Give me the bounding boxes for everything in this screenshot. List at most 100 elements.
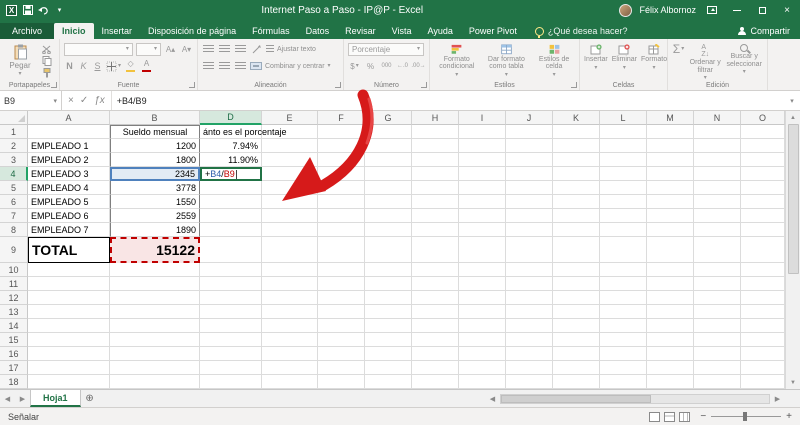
cell-D8[interactable] [200,223,262,237]
cell-A14[interactable] [28,319,110,333]
cell-N11[interactable] [694,277,741,291]
cell-I5[interactable] [459,181,506,195]
cell-styles-button[interactable]: Estilos de celda ▾ [533,42,575,78]
cell-E3[interactable] [262,153,318,167]
cell-J9[interactable] [506,237,553,263]
cell-I1[interactable] [459,125,506,139]
cell-N14[interactable] [694,319,741,333]
cell-A10[interactable] [28,263,110,277]
cell-F15[interactable] [318,333,365,347]
cell-N17[interactable] [694,361,741,375]
zoom-in-icon[interactable]: + [786,411,792,422]
cell-K1[interactable] [553,125,600,139]
cell-K15[interactable] [553,333,600,347]
cell-F14[interactable] [318,319,365,333]
format-painter-icon[interactable] [40,68,54,78]
cell-B9[interactable]: 15122 [110,237,200,263]
cell-A15[interactable] [28,333,110,347]
cell-K14[interactable] [553,319,600,333]
cell-J17[interactable] [506,361,553,375]
cell-L14[interactable] [600,319,647,333]
col-header-B[interactable]: B [110,111,200,125]
confirm-entry-icon[interactable]: ✓ [80,95,88,106]
tab-vista[interactable]: Vista [384,23,420,39]
currency-format-icon[interactable]: $ ▾ [348,60,361,72]
cell-K17[interactable] [553,361,600,375]
row-header-5[interactable]: 5 [0,181,28,195]
number-format-select[interactable]: Porcentaje ▾ [348,42,424,56]
cancel-entry-icon[interactable]: × [68,95,74,106]
cell-H16[interactable] [412,347,459,361]
cell-I15[interactable] [459,333,506,347]
cell-M6[interactable] [647,195,694,209]
cell-F13[interactable] [318,305,365,319]
cell-K13[interactable] [553,305,600,319]
share-button[interactable]: Compartir [727,26,800,39]
cell-K3[interactable] [553,153,600,167]
cell-N5[interactable] [694,181,741,195]
cell-I11[interactable] [459,277,506,291]
cell-E18[interactable] [262,375,318,389]
cell-F1[interactable] [318,125,365,139]
cell-G5[interactable] [365,181,412,195]
tab-datos[interactable]: Datos [298,23,338,39]
cell-I10[interactable] [459,263,506,277]
cell-D11[interactable] [200,277,262,291]
font-name-select[interactable]: ▾ [64,42,133,56]
cell-L16[interactable] [600,347,647,361]
cell-K5[interactable] [553,181,600,195]
cell-E5[interactable] [262,181,318,195]
new-sheet-icon[interactable]: ⊕ [81,390,99,407]
cell-G18[interactable] [365,375,412,389]
cell-F10[interactable] [318,263,365,277]
cell-A8[interactable]: EMPLEADO 7 [28,223,110,237]
cell-L10[interactable] [600,263,647,277]
tab-revisar[interactable]: Revisar [337,23,384,39]
cell-B11[interactable] [110,277,200,291]
cell-B17[interactable] [110,361,200,375]
number-dialog-launcher-icon[interactable] [421,82,427,88]
cell-O13[interactable] [741,305,785,319]
cell-E16[interactable] [262,347,318,361]
cell-D3[interactable]: 11.90% [200,153,262,167]
cell-L6[interactable] [600,195,647,209]
tab-insertar[interactable]: Insertar [94,23,141,39]
cell-J15[interactable] [506,333,553,347]
cell-G13[interactable] [365,305,412,319]
cell-N10[interactable] [694,263,741,277]
cell-F8[interactable] [318,223,365,237]
page-layout-view-icon[interactable] [664,411,676,422]
cell-B8[interactable]: 1890 [110,223,200,237]
col-header-I[interactable]: I [459,111,506,125]
cell-E17[interactable] [262,361,318,375]
cell-F4[interactable] [318,167,365,181]
font-size-select[interactable]: ▾ [135,42,161,56]
cell-O9[interactable] [741,237,785,263]
font-dialog-launcher-icon[interactable] [189,82,195,88]
quick-access-dropdown-icon[interactable]: ▾ [54,5,65,16]
cell-H11[interactable] [412,277,459,291]
cell-A6[interactable]: EMPLEADO 5 [28,195,110,209]
cell-O8[interactable] [741,223,785,237]
align-right-icon[interactable] [234,60,247,72]
cell-N8[interactable] [694,223,741,237]
cell-H3[interactable] [412,153,459,167]
name-box-dropdown-icon[interactable]: ▾ [53,97,57,105]
cell-N12[interactable] [694,291,741,305]
cell-F12[interactable] [318,291,365,305]
cell-K6[interactable] [553,195,600,209]
cell-A2[interactable]: EMPLEADO 1 [28,139,110,153]
cell-B4[interactable]: 2345 [110,167,200,181]
cell-H2[interactable] [412,139,459,153]
cell-D7[interactable] [200,209,262,223]
cell-J6[interactable] [506,195,553,209]
col-header-E[interactable]: E [262,111,318,125]
cell-O1[interactable] [741,125,785,139]
cell-D13[interactable] [200,305,262,319]
cell-J10[interactable] [506,263,553,277]
cell-M15[interactable] [647,333,694,347]
cell-E8[interactable] [262,223,318,237]
cell-A4[interactable]: EMPLEADO 3 [28,167,110,181]
tab-inicio[interactable]: Inicio [54,23,94,39]
col-header-N[interactable]: N [694,111,741,125]
